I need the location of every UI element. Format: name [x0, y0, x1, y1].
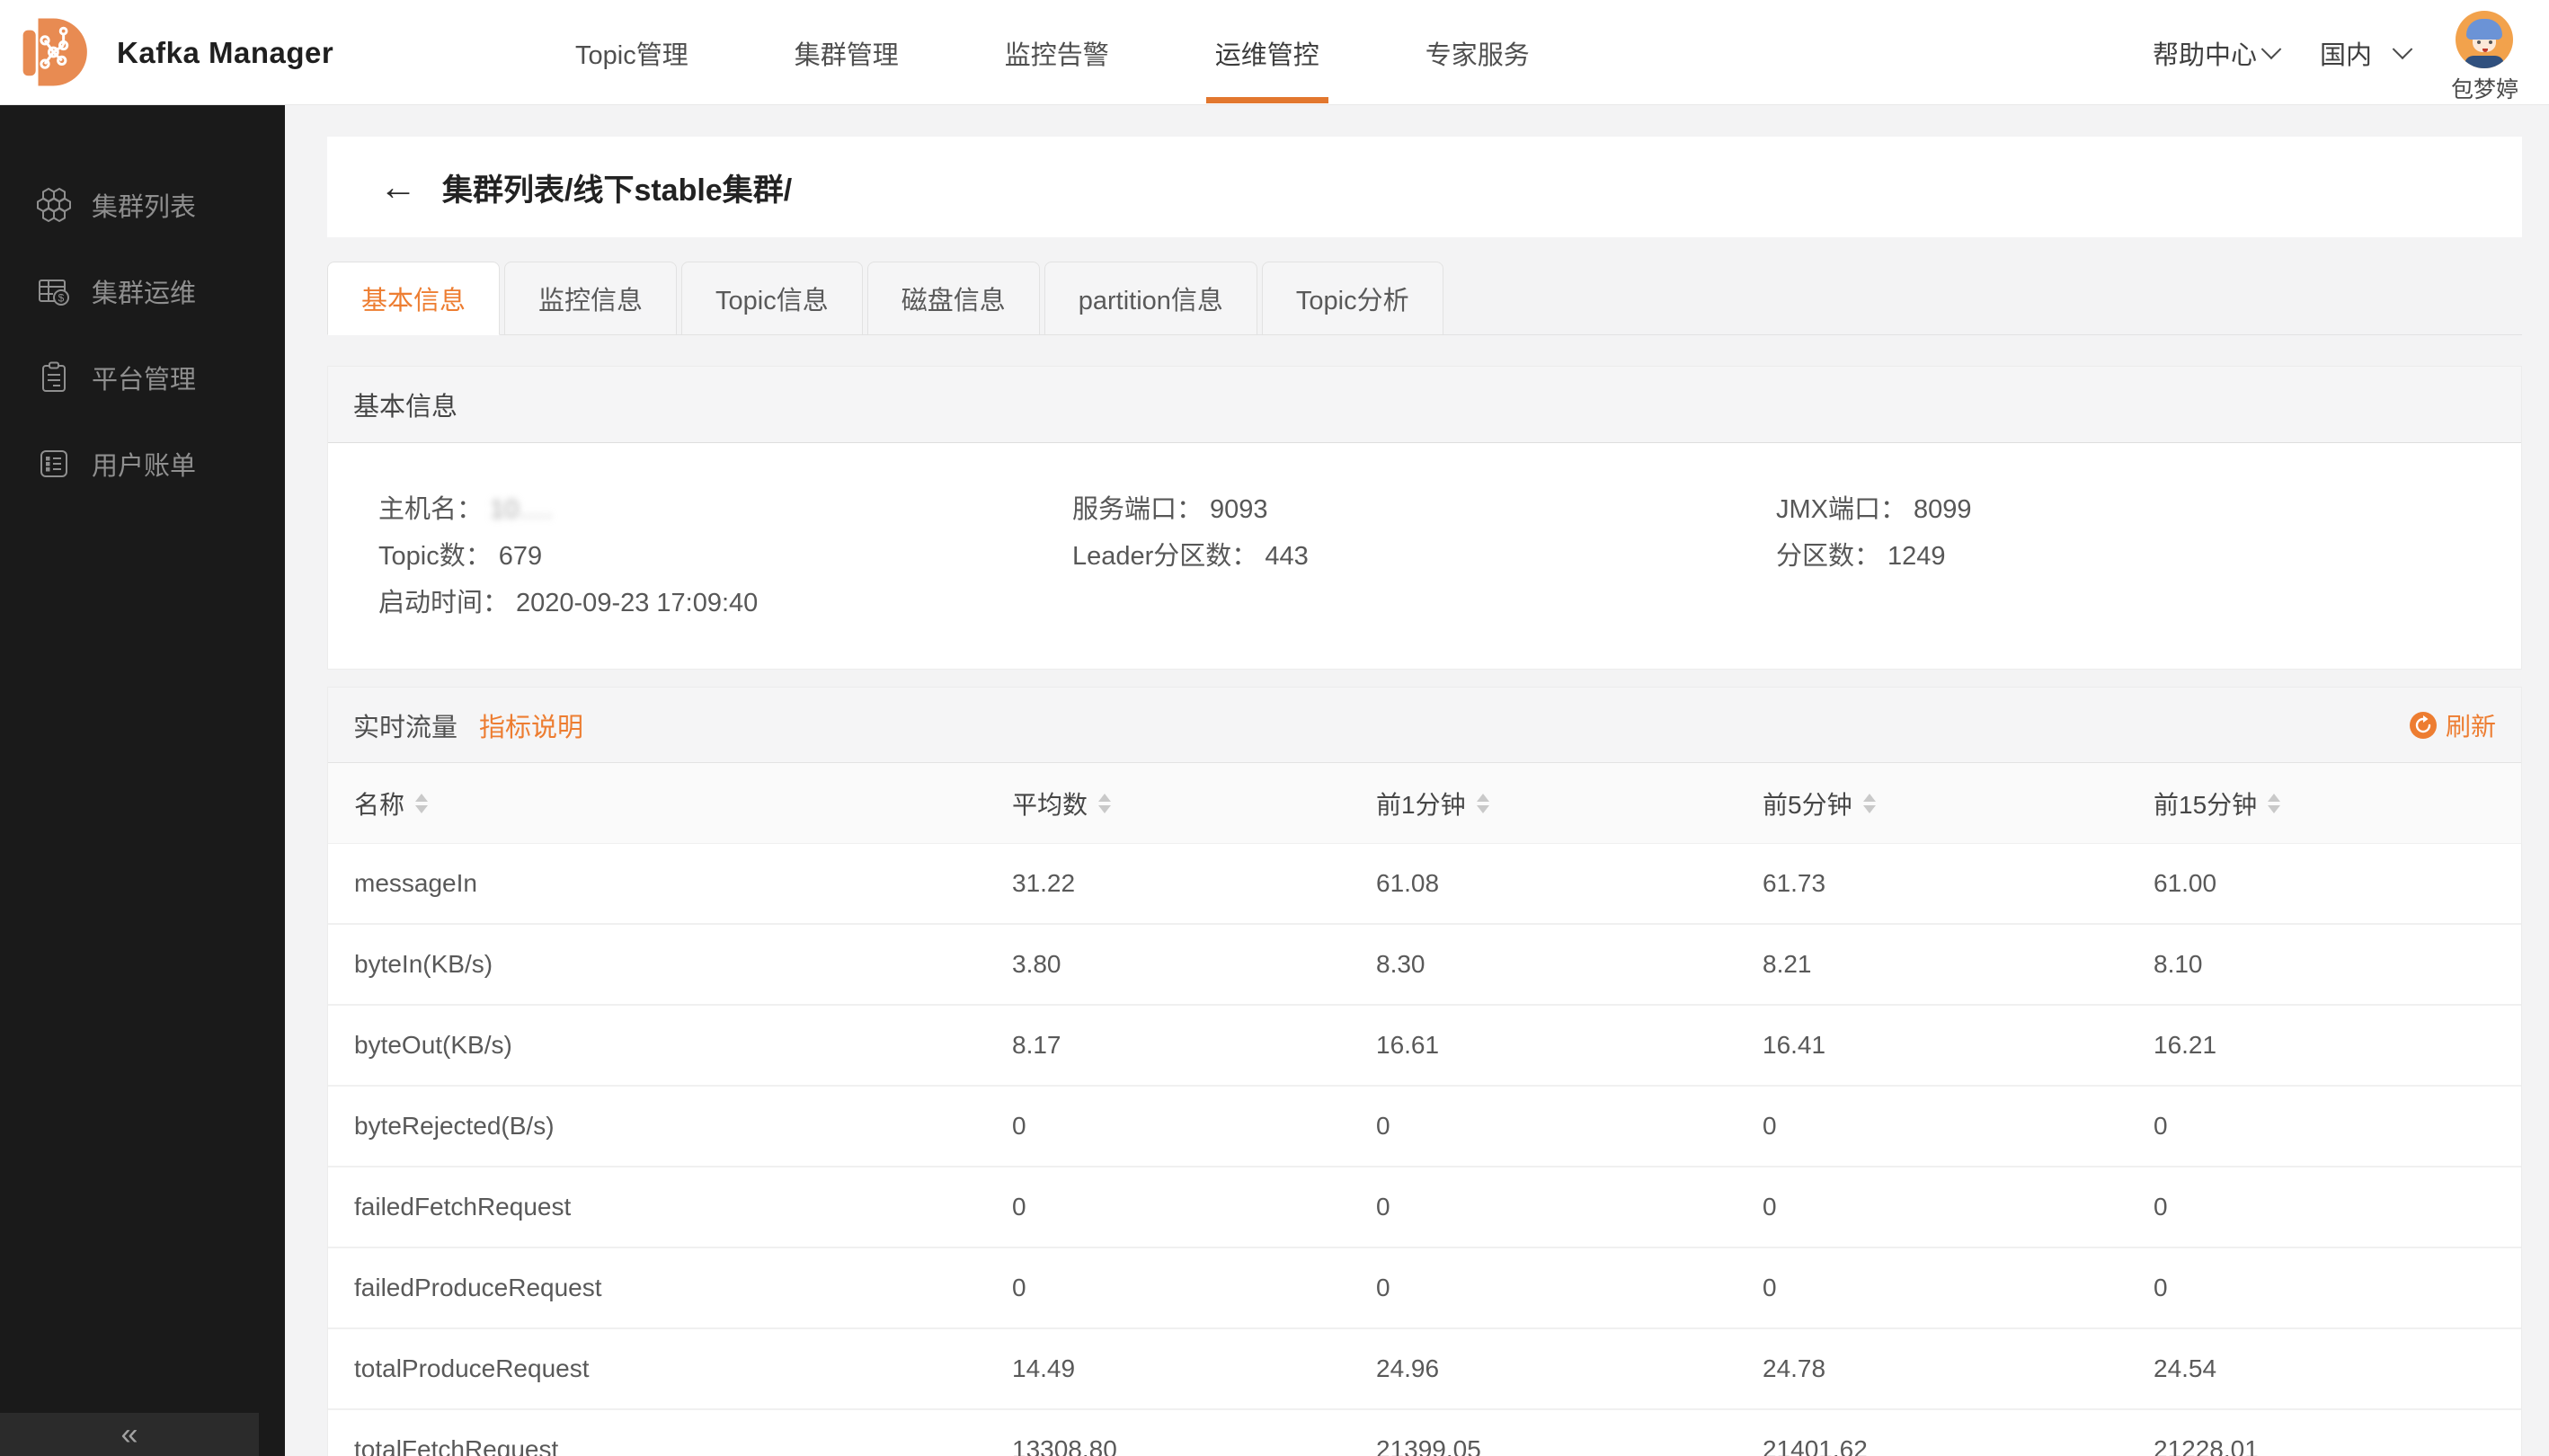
sort-icon [1477, 794, 1489, 813]
nav-topic-management[interactable]: Topic管理 [575, 0, 688, 105]
app-header: Kafka Manager Topic管理 集群管理 监控告警 运维管控 专家服… [0, 0, 2549, 105]
tab-topic-analysis[interactable]: Topic分析 [1262, 262, 1443, 335]
sort-icon [1098, 794, 1111, 813]
sidebar-collapse-button[interactable]: « [0, 1413, 259, 1456]
sidebar: 集群列表 $ 集群运维 [0, 105, 285, 1456]
basic-info-card-title: 基本信息 [328, 367, 2521, 443]
chevron-down-icon [2393, 39, 2413, 59]
basic-info-fields: 主机名： 10…. Topic数： 679 启动时间： 2020-09-23 1… [328, 443, 2521, 634]
column-header-last-15min[interactable]: 前15分钟 [2154, 786, 2521, 821]
table-row: failedProduceRequest 0 0 0 0 [328, 1248, 2521, 1329]
field-topic-count: Topic数： 679 [378, 540, 1072, 573]
field-service-port: 服务端口： 9093 [1072, 493, 1776, 526]
main-nav: Topic管理 集群管理 监控告警 运维管控 专家服务 [575, 0, 1530, 105]
billing-list-icon [36, 446, 72, 482]
nav-monitor-alert[interactable]: 监控告警 [1005, 0, 1109, 105]
tab-topic-info[interactable]: Topic信息 [681, 262, 863, 335]
region-selector[interactable]: 国内 [2320, 34, 2410, 72]
table-row: byteIn(KB/s) 3.80 8.30 8.21 8.10 [328, 925, 2521, 1006]
field-leader-partitions: Leader分区数： 443 [1072, 540, 1776, 573]
hostname-value-redacted: 10…. [490, 493, 552, 526]
realtime-traffic-card: 实时流量 指标说明 刷新 名称 平均数 [327, 687, 2522, 1456]
sidebar-item-label: 平台管理 [92, 359, 196, 396]
user-name: 包梦婷 [2451, 72, 2518, 104]
sidebar-item-user-billing[interactable]: 用户账单 [0, 421, 285, 507]
chevron-down-icon [2261, 39, 2282, 59]
user-menu[interactable]: 包梦婷 [2451, 11, 2518, 104]
field-partitions: 分区数： 1249 [1776, 540, 2521, 573]
table-row: totalProduceRequest 14.49 24.96 24.78 24… [328, 1329, 2521, 1410]
sort-icon [415, 794, 428, 813]
table-row: byteRejected(B/s) 0 0 0 0 [328, 1087, 2521, 1167]
column-header-name[interactable]: 名称 [354, 786, 1012, 821]
back-arrow-icon[interactable]: ← [379, 168, 417, 206]
table-row: messageIn 31.22 61.08 61.73 61.00 [328, 844, 2521, 925]
refresh-icon [2410, 712, 2437, 739]
refresh-button[interactable]: 刷新 [2410, 707, 2496, 743]
tab-partition-info[interactable]: partition信息 [1044, 262, 1257, 335]
sidebar-item-label: 集群列表 [92, 186, 196, 224]
sidebar-item-cluster-list[interactable]: 集群列表 [0, 162, 285, 248]
cluster-tabs: 基本信息 监控信息 Topic信息 磁盘信息 partition信息 Topic… [327, 262, 2522, 335]
app-logo-icon[interactable] [18, 12, 99, 93]
table-row: failedFetchRequest 0 0 0 0 [328, 1167, 2521, 1248]
realtime-traffic-title: 实时流量 [353, 706, 457, 744]
sort-icon [1863, 794, 1876, 813]
sidebar-item-label: 集群运维 [92, 272, 196, 310]
sort-icon [2268, 794, 2280, 813]
column-header-last-1min[interactable]: 前1分钟 [1376, 786, 1763, 821]
column-header-last-5min[interactable]: 前5分钟 [1763, 786, 2154, 821]
header-right: 帮助中心 国内 包梦婷 [2153, 0, 2518, 105]
metrics-explain-link[interactable]: 指标说明 [479, 706, 583, 744]
refresh-label: 刷新 [2446, 707, 2496, 743]
column-header-average[interactable]: 平均数 [1012, 786, 1376, 821]
app-title: Kafka Manager [117, 0, 333, 105]
nav-expert-service[interactable]: 专家服务 [1425, 0, 1530, 105]
tab-monitor-info[interactable]: 监控信息 [504, 262, 677, 335]
main-content: ← 集群列表/线下stable集群/ 基本信息 监控信息 Topic信息 磁盘信… [285, 105, 2549, 1456]
avatar [2456, 11, 2513, 68]
field-jmx-port: JMX端口： 8099 [1776, 493, 2521, 526]
svg-text:$: $ [58, 292, 65, 305]
clipboard-icon [36, 360, 72, 395]
honeycomb-icon [36, 187, 72, 223]
field-hostname: 主机名： 10…. [378, 493, 1072, 526]
sidebar-item-platform-management[interactable]: 平台管理 [0, 334, 285, 421]
basic-info-card: 基本信息 主机名： 10…. Topic数： 679 启动时间： 2020-09… [327, 366, 2522, 670]
collapse-icon: « [121, 1417, 138, 1452]
tab-basic-info[interactable]: 基本信息 [327, 262, 500, 335]
metrics-table-body: messageIn 31.22 61.08 61.73 61.00 byteIn… [328, 844, 2521, 1456]
breadcrumb: 集群列表/线下stable集群/ [442, 165, 792, 209]
metrics-table-header: 名称 平均数 前1分钟 前5分钟 前15分钟 [328, 763, 2521, 844]
help-center-label: 帮助中心 [2153, 34, 2257, 72]
table-row: byteOut(KB/s) 8.17 16.61 16.41 16.21 [328, 1006, 2521, 1087]
nav-cluster-management[interactable]: 集群管理 [795, 0, 899, 105]
screen: Kafka Manager Topic管理 集群管理 监控告警 运维管控 专家服… [0, 0, 2549, 1456]
nav-ops-control[interactable]: 运维管控 [1215, 0, 1319, 105]
ops-table-icon: $ [36, 273, 72, 309]
help-center-menu[interactable]: 帮助中心 [2153, 34, 2278, 72]
region-label: 国内 [2320, 34, 2372, 72]
sidebar-item-label: 用户账单 [92, 445, 196, 483]
tab-disk-info[interactable]: 磁盘信息 [867, 262, 1040, 335]
table-row: totalFetchRequest 13308.80 21399.05 2140… [328, 1410, 2521, 1456]
realtime-traffic-header: 实时流量 指标说明 刷新 [328, 688, 2521, 763]
sidebar-item-cluster-ops[interactable]: $ 集群运维 [0, 248, 285, 334]
page-title-card: ← 集群列表/线下stable集群/ [327, 137, 2522, 237]
field-start-time: 启动时间： 2020-09-23 17:09:40 [378, 587, 1072, 619]
